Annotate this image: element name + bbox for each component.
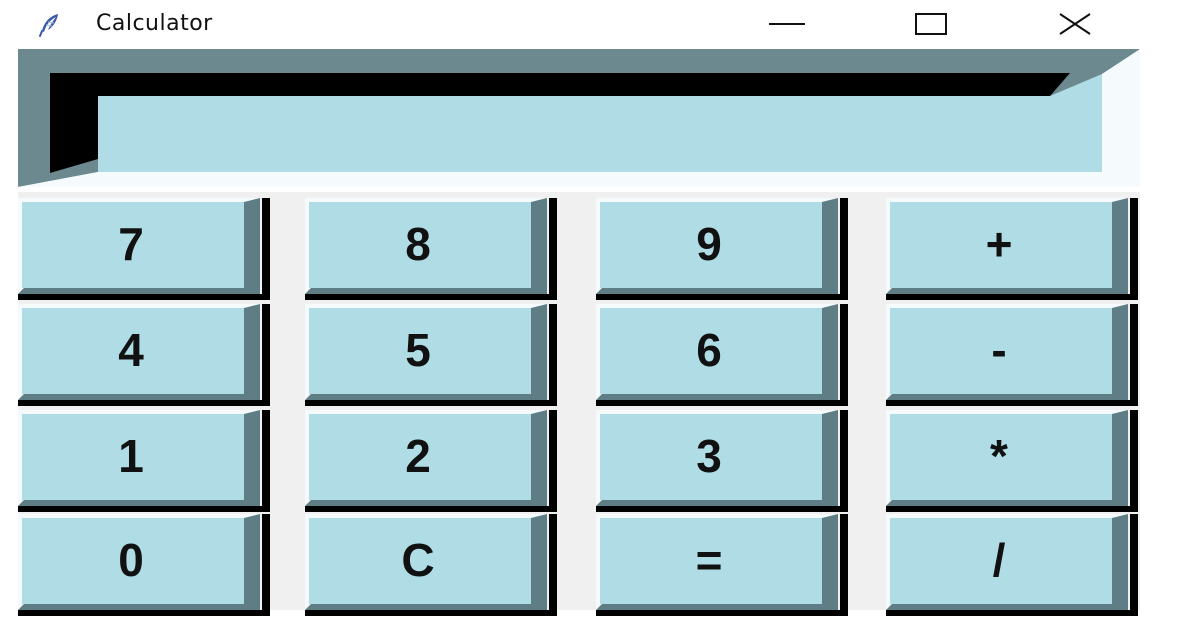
key-5-button[interactable]: 5 [305,304,557,406]
key-2-label: 2 [405,430,431,482]
calculator-window: Calculator 7 8 9 + 4 5 6 - 1 2 3 * 0 C =… [0,0,1200,630]
key-equals-button[interactable]: = [596,514,848,616]
key-1-button[interactable]: 1 [18,410,270,512]
key-plus-button[interactable]: + [886,198,1138,300]
key-0-button[interactable]: 0 [18,514,270,616]
key-9-button[interactable]: 9 [596,198,848,300]
key-plus-label: + [985,218,1013,270]
key-divide-button[interactable]: / [886,514,1138,616]
maximize-button[interactable] [896,0,966,48]
key-clear-label: C [401,534,435,586]
key-8-label: 8 [405,218,431,270]
close-icon [1058,13,1092,35]
key-divide-label: / [992,534,1006,586]
key-equals-label: = [695,534,723,586]
key-8-button[interactable]: 8 [305,198,557,300]
title-bar[interactable]: Calculator [0,0,1200,50]
minimize-icon [769,22,805,26]
key-3-label: 3 [696,430,722,482]
key-4-button[interactable]: 4 [18,304,270,406]
key-9-label: 9 [696,218,722,270]
key-7-button[interactable]: 7 [18,198,270,300]
key-clear-button[interactable]: C [305,514,557,616]
key-2-button[interactable]: 2 [305,410,557,512]
key-multiply-button[interactable]: * [886,410,1138,512]
key-minus-button[interactable]: - [886,304,1138,406]
key-3-button[interactable]: 3 [596,410,848,512]
close-button[interactable] [1040,0,1110,48]
minimize-button[interactable] [752,0,822,48]
key-minus-label: - [991,324,1007,376]
key-7-label: 7 [118,218,144,270]
key-1-label: 1 [118,430,144,482]
key-multiply-label: * [990,430,1008,482]
feather-icon [36,11,64,39]
key-0-label: 0 [118,534,144,586]
key-5-label: 5 [405,324,431,376]
maximize-icon [915,13,947,35]
keypad: 7 8 9 +4 5 6 - 1 2 3 * 0 C = / [18,192,1140,616]
key-6-button[interactable]: 6 [596,304,848,406]
key-6-label: 6 [696,324,722,376]
display-input[interactable] [98,96,1102,172]
key-4-label: 4 [118,324,144,376]
window-title: Calculator [96,11,213,36]
